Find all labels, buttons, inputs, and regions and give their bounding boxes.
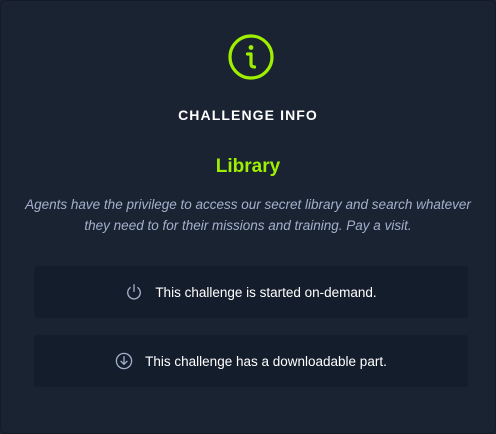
downloadable-text: This challenge has a downloadable part. [145, 353, 387, 369]
downloadable-card: This challenge has a downloadable part. [34, 335, 468, 387]
info-circle-icon [228, 34, 274, 80]
challenge-name: Library [215, 156, 281, 177]
challenge-info-heading: CHALLENGE INFO [178, 107, 318, 123]
download-icon [115, 352, 133, 370]
on-demand-card: This challenge is started on-demand. [34, 266, 468, 318]
power-icon [127, 284, 142, 300]
on-demand-text: This challenge is started on-demand. [155, 284, 377, 300]
challenge-description: Agents have the privilege to access our … [25, 197, 471, 233]
challenge-info-panel: CHALLENGE INFO Library Agents have the p… [0, 0, 496, 434]
